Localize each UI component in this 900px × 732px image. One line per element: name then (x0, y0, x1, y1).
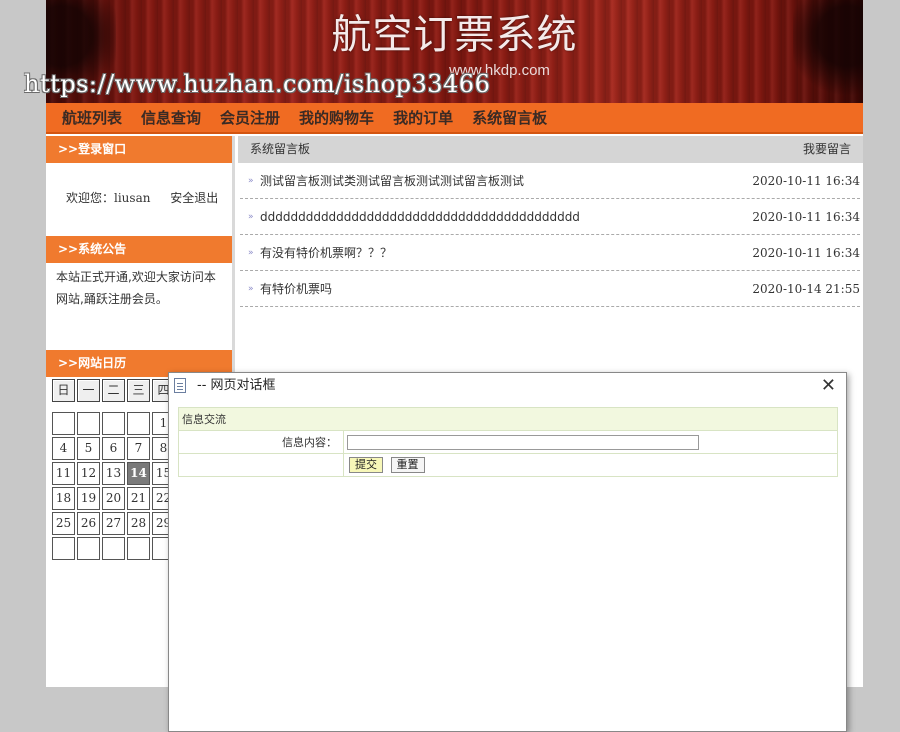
calendar-day-cell[interactable]: 4 (52, 437, 75, 460)
login-header: >>登录窗口 (46, 136, 232, 163)
empty-label (178, 453, 344, 477)
message-text[interactable]: 有特价机票吗 (260, 271, 332, 307)
calendar-day-cell[interactable]: 14 (127, 462, 150, 485)
message-text[interactable]: dddddddddddddddddddddddddddddddddddddddd… (260, 199, 580, 235)
nav-info-query[interactable]: 信息查询 (141, 103, 201, 134)
form-buttons: 提交 重置 (343, 453, 838, 477)
calendar-day-cell[interactable]: 21 (127, 487, 150, 510)
nav-my-orders[interactable]: 我的订单 (393, 103, 453, 134)
welcome-text: 欢迎您：liusan (66, 191, 151, 205)
calendar-day-cell[interactable]: 13 (102, 462, 125, 485)
calendar-day-cell (102, 412, 125, 435)
message-form: 信息交流 信息内容： 提交 重置 (178, 407, 838, 477)
web-dialog: -- 网页对话框 ✕ 信息交流 信息内容： 提交 重置 (168, 372, 847, 732)
calendar-day-cell[interactable]: 26 (77, 512, 100, 535)
message-item[interactable]: » ddddddddddddddddddddddddddddddddddddddd… (240, 199, 860, 235)
watermark-text: https://www.huzhan.com/ishop33466 (24, 70, 491, 98)
main-nav: 航班列表 信息查询 会员注册 我的购物车 我的订单 系统留言板 (46, 103, 863, 134)
message-date: 2020-10-14 21:55 (752, 282, 860, 296)
calendar-day-cell[interactable]: 6 (102, 437, 125, 460)
bullet-arrow-icon: » (248, 212, 254, 222)
calendar-day-cell (102, 537, 125, 560)
nav-member-register[interactable]: 会员注册 (220, 103, 280, 134)
message-list: » 测试留言板测试类测试留言板测试测试留言板测试 2020-10-11 16:34»… (238, 163, 863, 307)
bullet-arrow-icon: » (248, 284, 254, 294)
calendar-day-cell (77, 537, 100, 560)
dialog-title: -- 网页对话框 (197, 378, 276, 393)
message-date: 2020-10-11 16:34 (752, 174, 860, 188)
close-icon[interactable]: ✕ (821, 373, 836, 399)
message-text[interactable]: 测试留言板测试类测试留言板测试测试留言板测试 (260, 163, 524, 199)
login-box: 欢迎您：liusan 安全退出 (46, 163, 232, 236)
submit-button[interactable]: 提交 (349, 457, 383, 473)
calendar-day-cell[interactable]: 27 (102, 512, 125, 535)
calendar-day-cell[interactable]: 18 (52, 487, 75, 510)
weekday-cell: 日 (52, 379, 75, 402)
message-date: 2020-10-11 16:34 (752, 246, 860, 260)
nav-message-board[interactable]: 系统留言板 (472, 103, 547, 134)
calendar-day-cell[interactable]: 12 (77, 462, 100, 485)
notice-text: 本站正式开通,欢迎大家访问本网站,踊跃注册会员。 (56, 270, 216, 306)
site-title: 航空订票系统 (331, 12, 578, 58)
logout-link[interactable]: 安全退出 (170, 191, 218, 205)
calendar-day-cell[interactable]: 5 (77, 437, 100, 460)
reset-button[interactable]: 重置 (390, 457, 425, 473)
calendar-day-cell[interactable]: 19 (77, 487, 100, 510)
message-item[interactable]: » 测试留言板测试类测试留言板测试测试留言板测试 2020-10-11 16:34 (240, 163, 860, 199)
calendar-day-cell[interactable]: 28 (127, 512, 150, 535)
message-board: 系统留言板 我要留言 » 测试留言板测试类测试留言板测试测试留言板测试 2020-1… (238, 136, 863, 307)
message-item[interactable]: » 有特价机票吗 2020-10-14 21:55 (240, 271, 860, 307)
bullet-arrow-icon: » (248, 248, 254, 258)
form-section-title: 信息交流 (178, 407, 838, 431)
calendar-day-cell (127, 412, 150, 435)
nav-flight-list[interactable]: 航班列表 (62, 103, 122, 134)
content-label: 信息内容： (178, 430, 344, 454)
calendar-day-cell[interactable]: 11 (52, 462, 75, 485)
calendar-day-cell[interactable]: 25 (52, 512, 75, 535)
weekday-cell: 二 (102, 379, 125, 402)
message-board-title: 系统留言板 (250, 142, 311, 156)
message-text[interactable]: 有没有特价机票啊？？？ (260, 235, 392, 271)
calendar-day-cell[interactable]: 20 (102, 487, 125, 510)
message-content-input[interactable] (347, 434, 699, 450)
calendar-day-cell (77, 412, 100, 435)
nav-shopping-cart[interactable]: 我的购物车 (299, 103, 374, 134)
weekday-cell: 一 (77, 379, 100, 402)
calendar-day-cell (52, 537, 75, 560)
message-item[interactable]: » 有没有特价机票啊？？？ 2020-10-11 16:34 (240, 235, 860, 271)
weekday-cell: 三 (127, 379, 150, 402)
calendar-day-cell (127, 537, 150, 560)
bullet-arrow-icon: » (248, 176, 254, 186)
document-icon (174, 378, 186, 393)
message-date: 2020-10-11 16:34 (752, 210, 860, 224)
dialog-titlebar: -- 网页对话框 ✕ (169, 373, 846, 399)
leave-message-link[interactable]: 我要留言 (803, 136, 851, 163)
message-board-header: 系统留言板 我要留言 (238, 136, 863, 163)
content-input-cell (343, 430, 838, 454)
calendar-day-cell[interactable]: 7 (127, 437, 150, 460)
calendar-day-cell (52, 412, 75, 435)
notice-header: >>系统公告 (46, 236, 232, 263)
